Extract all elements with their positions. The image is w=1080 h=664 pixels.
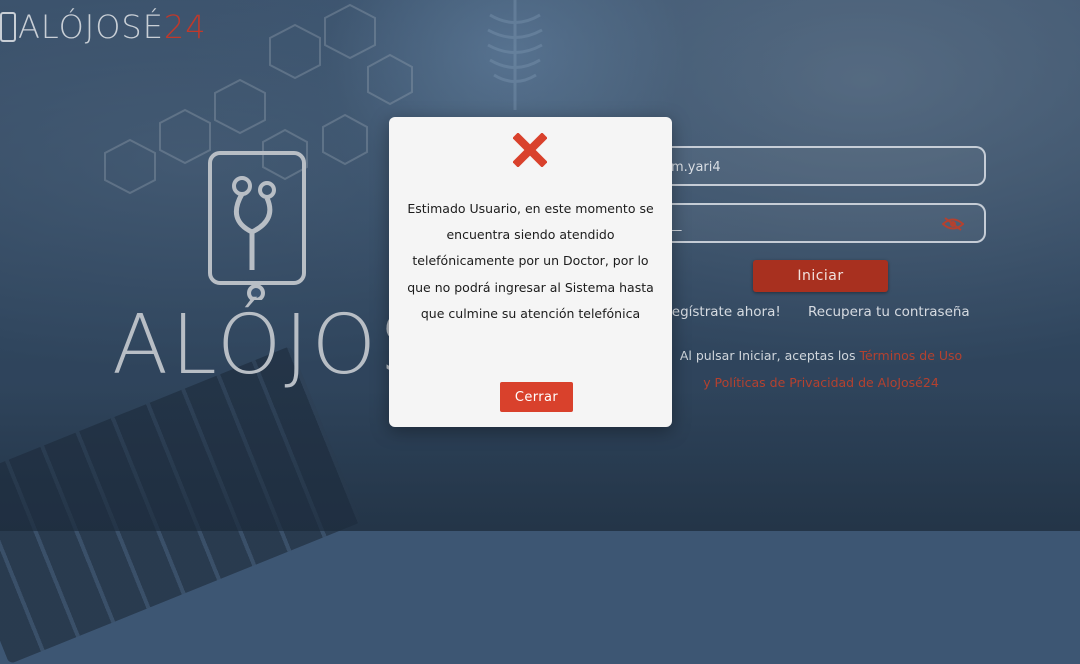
- phone-stethoscope-icon: [0, 12, 16, 42]
- password-input[interactable]: ___: [640, 203, 986, 243]
- eye-slash-icon[interactable]: [942, 217, 964, 231]
- close-button[interactable]: Cerrar: [500, 382, 573, 412]
- alert-modal: Estimado Usuario, en este momento se enc…: [389, 117, 672, 427]
- phone-stethoscope-icon: [208, 151, 306, 300]
- modal-message: Estimado Usuario, en este momento se enc…: [407, 201, 654, 321]
- terms-text: Al pulsar Iniciar, aceptas los Términos …: [676, 343, 966, 396]
- header-logo-name: ALÓJOSÉ: [18, 8, 164, 46]
- register-link[interactable]: Regístrate ahora!: [663, 304, 781, 320]
- header-logo[interactable]: ALÓJOSÉ24: [0, 8, 207, 46]
- header-logo-number: 24: [163, 8, 207, 46]
- recover-password-link[interactable]: Recupera tu contraseña: [808, 304, 970, 320]
- close-x-icon: [513, 133, 547, 167]
- username-input[interactable]: rim.yari4: [640, 146, 986, 186]
- login-button[interactable]: Iniciar: [753, 260, 888, 292]
- terms-prefix: Al pulsar Iniciar, aceptas los: [679, 348, 860, 363]
